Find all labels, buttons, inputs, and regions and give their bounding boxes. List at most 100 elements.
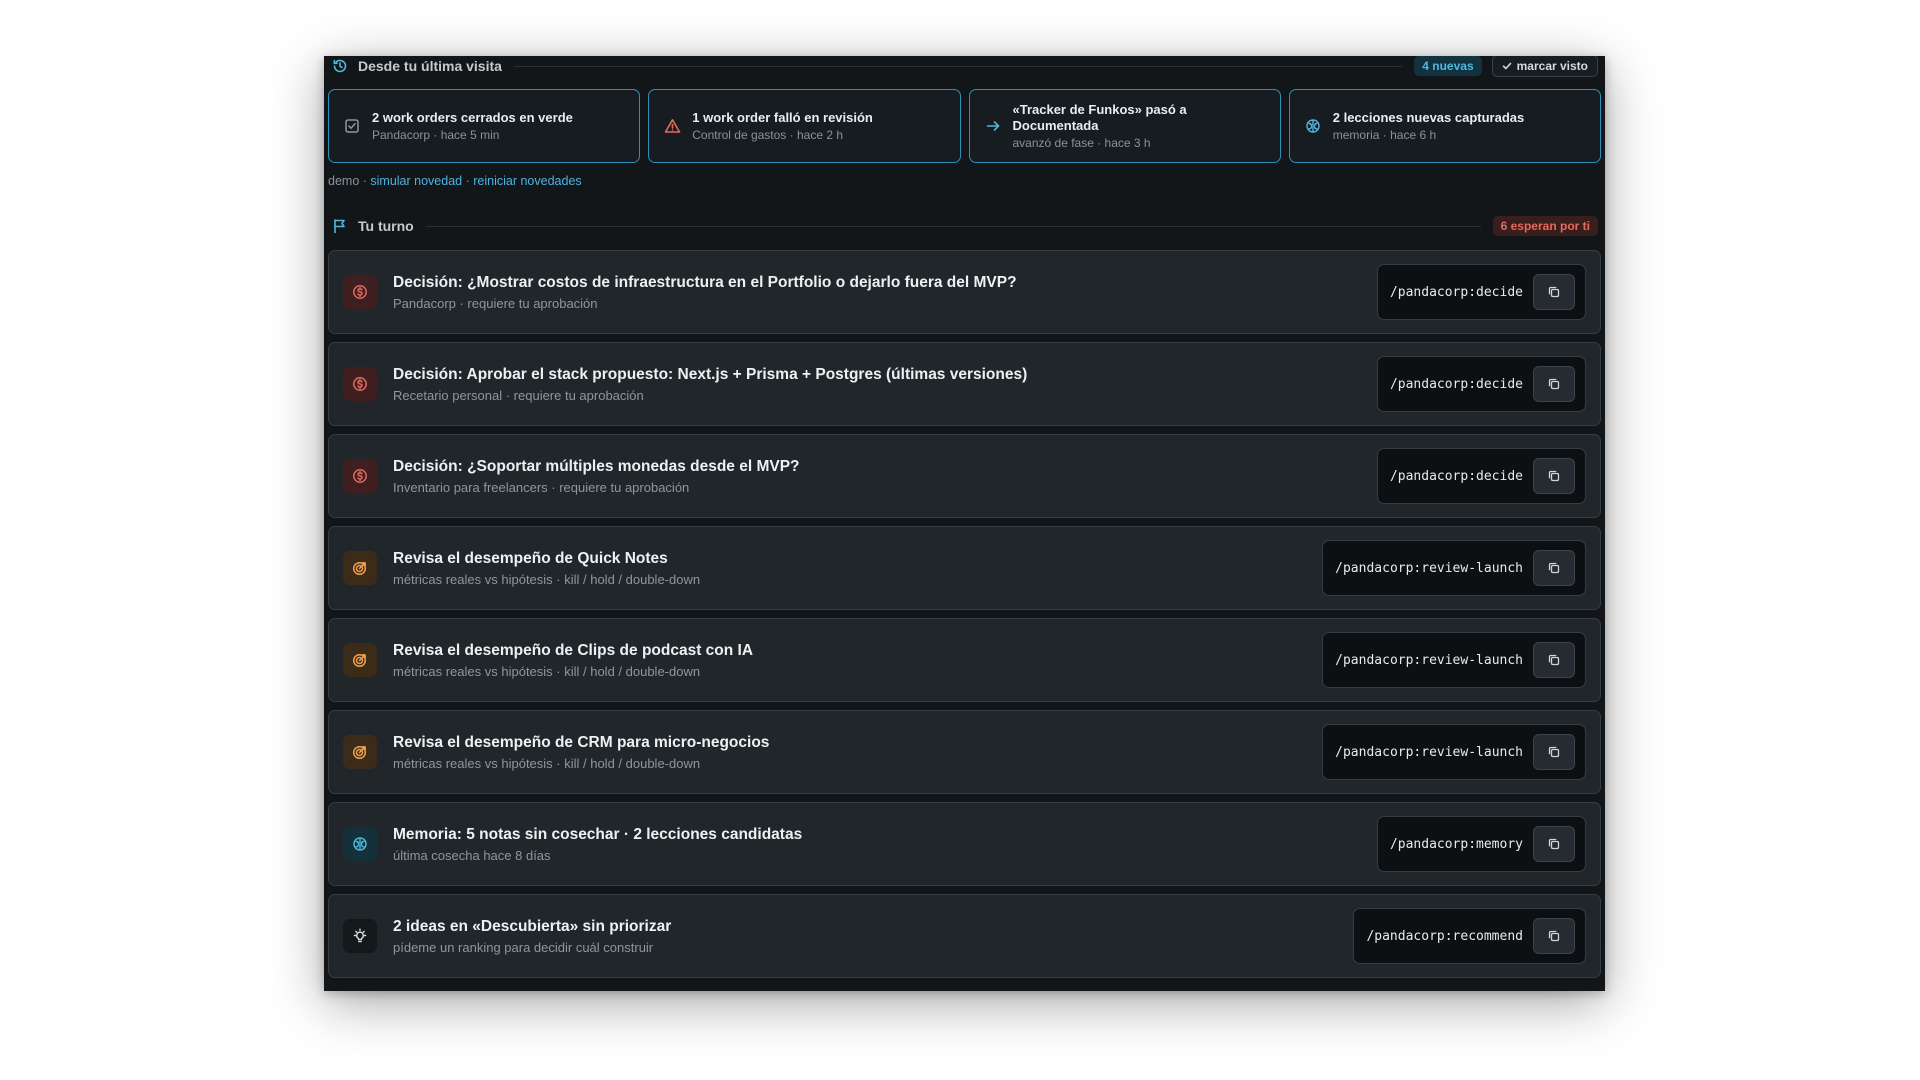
- notification-subtitle: avanzó de fase · hace 3 h: [1012, 135, 1151, 150]
- notification-card[interactable]: 1 work order falló en revisión Control d…: [648, 89, 961, 163]
- task-subtitle: Recetario personal · requiere tu aprobac…: [393, 387, 644, 403]
- notification-card[interactable]: «Tracker de Funkos» pasó a Documentada a…: [968, 89, 1281, 163]
- notification-title: 1 work order falló en revisión: [692, 109, 873, 125]
- flag-icon: [331, 217, 349, 235]
- copy-icon: [1548, 746, 1560, 758]
- command-snippet: /pandacorp:decide: [1376, 356, 1586, 412]
- check-icon: [1502, 62, 1511, 70]
- task-card[interactable]: Revisa el desempeño de Quick Notes métri…: [328, 526, 1601, 610]
- notification-subtitle: Control de gastos · hace 2 h: [692, 127, 844, 142]
- dollar-icon: [343, 275, 377, 309]
- command-snippet: /pandacorp:review-launch: [1322, 632, 1586, 688]
- copy-command-button[interactable]: [1533, 458, 1575, 494]
- task-subtitle: última cosecha hace 8 días: [393, 847, 551, 863]
- task-card[interactable]: Decisión: ¿Soportar múltiples monedas de…: [328, 434, 1601, 518]
- task-card[interactable]: Revisa el desempeño de CRM para micro-ne…: [328, 710, 1601, 794]
- task-title: Revisa el desempeño de CRM para micro-ne…: [393, 733, 770, 751]
- task-title: Revisa el desempeño de Quick Notes: [393, 549, 668, 567]
- history-icon: [331, 57, 349, 75]
- dollar-icon: [343, 367, 377, 401]
- target-icon: [343, 735, 377, 769]
- reset-updates-link[interactable]: reiniciar novedades: [473, 174, 581, 188]
- since-last-visit-header: Desde tu última visita 4 nuevas marcar v…: [331, 56, 1598, 77]
- command-snippet: /pandacorp:decide: [1376, 448, 1586, 504]
- copy-command-button[interactable]: [1533, 642, 1575, 678]
- copy-command-button[interactable]: [1533, 734, 1575, 770]
- task-card[interactable]: 2 ideas en «Descubierta» sin priorizar p…: [328, 894, 1601, 978]
- brain-icon: [343, 827, 377, 861]
- divider: [425, 225, 1481, 227]
- command-text: /pandacorp:memory: [1389, 836, 1523, 852]
- copy-command-button[interactable]: [1533, 550, 1575, 586]
- divider: [513, 65, 1403, 67]
- notification-title: «Tracker de Funkos» pasó a Documentada: [1012, 101, 1187, 133]
- copy-icon: [1548, 838, 1560, 850]
- copy-icon: [1548, 654, 1560, 666]
- command-text: /pandacorp:decide: [1389, 376, 1523, 392]
- command-text: /pandacorp:review-launch: [1335, 744, 1523, 760]
- your-turn-header: Tu turno 6 esperan por ti: [331, 216, 1598, 236]
- task-title: Decisión: ¿Mostrar costos de infraestruc…: [393, 273, 1017, 291]
- copy-command-button[interactable]: [1533, 366, 1575, 402]
- notification-title: 2 work orders cerrados en verde: [372, 109, 573, 125]
- brain-icon: [1304, 117, 1322, 135]
- task-subtitle: Inventario para freelancers · requiere t…: [393, 479, 690, 495]
- notification-card[interactable]: 2 work orders cerrados en verde Pandacor…: [328, 89, 641, 163]
- arrow-right-icon: [984, 117, 1002, 135]
- command-snippet: /pandacorp:decide: [1376, 264, 1586, 320]
- command-text: /pandacorp:review-launch: [1335, 560, 1523, 576]
- task-title: Decisión: ¿Soportar múltiples monedas de…: [393, 457, 800, 475]
- notification-subtitle: Pandacorp · hace 5 min: [372, 127, 500, 142]
- task-title: 2 ideas en «Descubierta» sin priorizar: [393, 917, 672, 935]
- copy-command-button[interactable]: [1533, 826, 1575, 862]
- task-subtitle: métricas reales vs hipótesis · kill / ho…: [393, 663, 701, 679]
- task-card[interactable]: Revisa el desempeño de Clips de podcast …: [328, 618, 1601, 702]
- task-card[interactable]: Decisión: ¿Mostrar costos de infraestruc…: [328, 250, 1601, 334]
- command-snippet: /pandacorp:recommend: [1353, 908, 1586, 964]
- copy-icon: [1548, 286, 1560, 298]
- notification-card[interactable]: 2 lecciones nuevas capturadas memoria · …: [1288, 89, 1601, 163]
- demo-prefix: demo ·: [328, 174, 367, 188]
- waiting-count-badge: 6 esperan por ti: [1492, 216, 1598, 236]
- task-subtitle: pídeme un ranking para decidir cuál cons…: [393, 939, 654, 955]
- lightbulb-icon: [343, 919, 377, 953]
- copy-icon: [1548, 930, 1560, 942]
- task-title: Revisa el desempeño de Clips de podcast …: [393, 641, 754, 659]
- notification-title: 2 lecciones nuevas capturadas: [1332, 109, 1525, 125]
- mark-seen-button[interactable]: marcar visto: [1491, 56, 1598, 77]
- copy-icon: [1548, 562, 1560, 574]
- task-list: Decisión: ¿Mostrar costos de infraestruc…: [328, 250, 1601, 986]
- task-title: Memoria: 5 notas sin cosechar · 2 leccio…: [393, 825, 803, 843]
- command-text: /pandacorp:review-launch: [1335, 652, 1523, 668]
- command-text: /pandacorp:decide: [1389, 468, 1523, 484]
- notification-cards: 2 work orders cerrados en verde Pandacor…: [328, 89, 1601, 163]
- command-text: /pandacorp:recommend: [1366, 928, 1523, 944]
- command-snippet: /pandacorp:review-launch: [1322, 540, 1586, 596]
- copy-command-button[interactable]: [1533, 918, 1575, 954]
- since-last-visit-title: Desde tu última visita: [358, 58, 502, 74]
- task-subtitle: Pandacorp · requiere tu aprobación: [393, 295, 598, 311]
- new-count-badge: 4 nuevas: [1414, 56, 1482, 76]
- command-snippet: /pandacorp:memory: [1376, 816, 1586, 872]
- target-icon: [343, 643, 377, 677]
- dollar-icon: [343, 459, 377, 493]
- demo-separator: ·: [465, 174, 470, 188]
- command-text: /pandacorp:decide: [1389, 284, 1523, 300]
- task-card[interactable]: Memoria: 5 notas sin cosechar · 2 leccio…: [328, 802, 1601, 886]
- app-window: Desde tu última visita 4 nuevas marcar v…: [324, 56, 1605, 991]
- check-square-icon: [343, 117, 361, 135]
- notification-subtitle: memoria · hace 6 h: [1332, 127, 1437, 142]
- copy-icon: [1548, 378, 1560, 390]
- simulate-update-link[interactable]: simular novedad: [370, 174, 462, 188]
- task-title: Decisión: Aprobar el stack propuesto: Ne…: [393, 365, 1028, 383]
- task-subtitle: métricas reales vs hipótesis · kill / ho…: [393, 755, 701, 771]
- warning-triangle-icon: [663, 117, 681, 135]
- demo-controls: demo · simular novedad · reiniciar noved…: [328, 174, 582, 188]
- copy-icon: [1548, 470, 1560, 482]
- copy-command-button[interactable]: [1533, 274, 1575, 310]
- command-snippet: /pandacorp:review-launch: [1322, 724, 1586, 780]
- your-turn-title: Tu turno: [358, 218, 414, 234]
- task-subtitle: métricas reales vs hipótesis · kill / ho…: [393, 571, 701, 587]
- task-card[interactable]: Decisión: Aprobar el stack propuesto: Ne…: [328, 342, 1601, 426]
- target-icon: [343, 551, 377, 585]
